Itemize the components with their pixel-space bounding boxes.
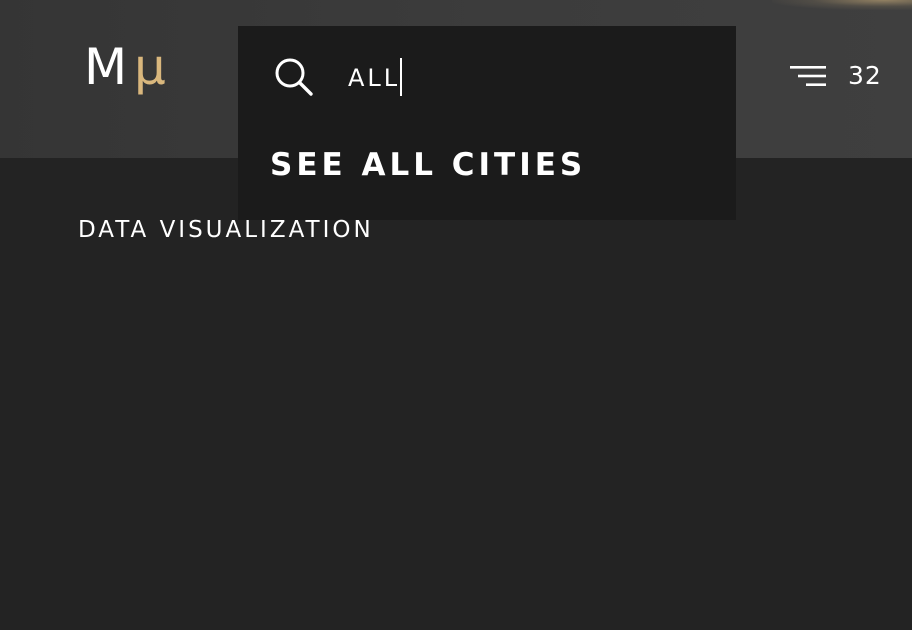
see-all-cities-link[interactable]: SEE ALL CITIES: [270, 146, 586, 184]
menu-button[interactable]: [788, 62, 828, 90]
search-panel: SEE ALL CITIES: [238, 26, 736, 220]
header-glow: [772, 0, 912, 10]
logo-letter-m: M: [84, 38, 128, 96]
logo[interactable]: M μ: [84, 42, 174, 118]
search-input[interactable]: [348, 59, 678, 97]
text-caret: [400, 58, 402, 96]
search-icon[interactable]: [274, 57, 314, 97]
logo-letter-mu: μ: [134, 38, 166, 96]
search-row: [238, 26, 736, 126]
section-label: DATA VISUALIZATION: [78, 217, 374, 243]
menu-count: 32: [848, 61, 882, 90]
menu-icon: [790, 66, 826, 86]
